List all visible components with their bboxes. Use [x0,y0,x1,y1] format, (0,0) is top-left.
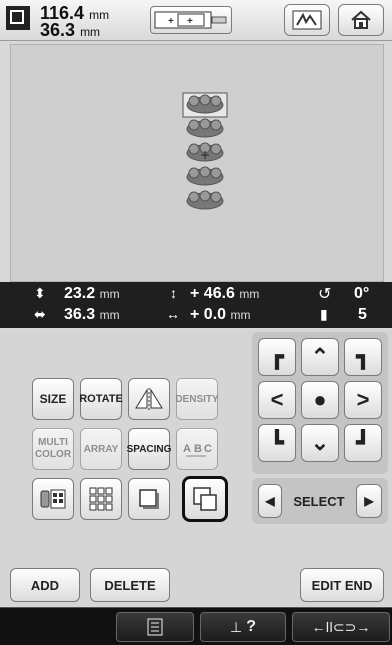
height-icon: ⬍ [34,285,46,301]
height-value: 36.3 [40,20,76,40]
settings-sheet-icon [147,618,163,636]
svg-text:C: C [204,443,212,455]
select-next-button[interactable]: ▶ [356,484,382,518]
array-button[interactable]: ARRAY [80,428,122,470]
pattern-height-value: 23.2 [64,285,96,302]
select-label: SELECT [293,494,345,509]
bottom-bar: ⊥ ? ←ǀǀ⊂⊃→ [0,607,392,645]
horizontal-position-value: + 0.0 [190,306,227,323]
thread-color-button[interactable] [32,478,74,520]
grid-icon [89,487,113,511]
multi-color-button[interactable]: MULTI COLOR [32,428,74,470]
display-button[interactable] [284,4,330,36]
group-icon [193,487,217,511]
density-button[interactable]: DENSITY [175,378,219,420]
width-icon: ⬌ [34,306,46,322]
frame-icon: + + [154,11,227,29]
move-right-button[interactable]: > [344,381,382,419]
border-button[interactable] [80,478,122,520]
move-down-right-button[interactable]: ┛ [344,424,382,462]
height-readout: 36.3 mm [40,20,100,41]
presser-foot-icon: ⊥ [230,618,243,635]
rotation-icon: ↺ [318,286,332,303]
home-button[interactable] [338,4,384,36]
move-up-right-button[interactable]: ┓ [344,338,382,376]
frame-outline-icon [139,489,159,509]
display-icon [292,10,322,30]
needle-position-button[interactable]: ←ǀǀ⊂⊃→ [292,612,390,642]
horizontal-position-unit: mm [230,308,251,322]
mirror-icon [135,388,163,410]
spacing-button[interactable]: SPACING [127,428,171,470]
frame-select-button[interactable]: + + [150,6,232,34]
vertical-position-unit: mm [239,287,260,301]
pattern-width-value: 36.3 [64,306,96,323]
rotation-value: 0° [354,285,370,302]
thread-palette-icon [40,489,66,509]
move-up-button[interactable]: ⌃ [301,338,339,376]
settings-button[interactable] [116,612,194,642]
move-up-left-button[interactable]: ┏ [258,338,296,376]
size-button[interactable]: SIZE [32,378,74,420]
pattern-width: 36.3 mm [64,306,120,324]
trial-frame-button[interactable] [128,478,170,520]
vertical-position-icon: ↕ [170,285,177,301]
embroidery-canvas[interactable] [10,44,384,282]
embroidery-pattern-preview [182,92,228,210]
pattern-height-unit: mm [99,287,120,301]
pattern-height: 23.2 mm [64,285,120,303]
status-bar: ⬍ 23.2 mm ⬌ 36.3 mm ↕ + 46.6 mm ↔ + 0.0 … [0,282,392,328]
pattern-width-unit: mm [99,308,120,322]
thread-spool-icon: ▮ [320,306,328,322]
help-label: ? [246,618,256,635]
horizontal-position: + 0.0 mm [190,306,250,324]
color-count-value: 5 [358,306,367,323]
horizontal-position-icon: ↔ [166,306,180,322]
svg-text:+: + [168,16,174,27]
svg-text:B: B [194,443,202,455]
edit-panel: SIZE ROTATE DENSITY MULTI COLOR ARRAY SP… [0,330,392,606]
abc-spacing-icon: A B C [183,443,212,457]
vertical-position: + 46.6 mm [190,285,259,303]
help-button[interactable]: ⊥ ? [200,612,286,642]
top-toolbar: 116.4 mm 36.3 mm + + [0,0,392,41]
move-down-button[interactable]: ⌄ [301,424,339,462]
height-unit: mm [80,25,101,39]
group-button[interactable] [182,476,228,522]
vertical-position-value: + 46.6 [190,285,235,302]
svg-text:+: + [187,16,193,27]
home-icon [351,10,371,29]
add-button[interactable]: ADD [10,568,80,602]
rotate-button[interactable]: ROTATE [79,378,123,420]
delete-button[interactable]: DELETE [90,568,170,602]
select-previous-button[interactable]: ◀ [258,484,282,518]
move-down-left-button[interactable]: ┗ [258,424,296,462]
svg-text:A: A [183,443,191,455]
move-left-button[interactable]: < [258,381,296,419]
embroidery-size-icon [6,6,30,30]
center-button[interactable]: ● [301,381,339,419]
character-spacing-button[interactable]: A B C [176,428,218,470]
needle-position-icon: ←ǀǀ⊂⊃→ [311,618,371,635]
edit-end-button[interactable]: EDIT END [300,568,384,602]
mirror-button[interactable] [128,378,170,420]
